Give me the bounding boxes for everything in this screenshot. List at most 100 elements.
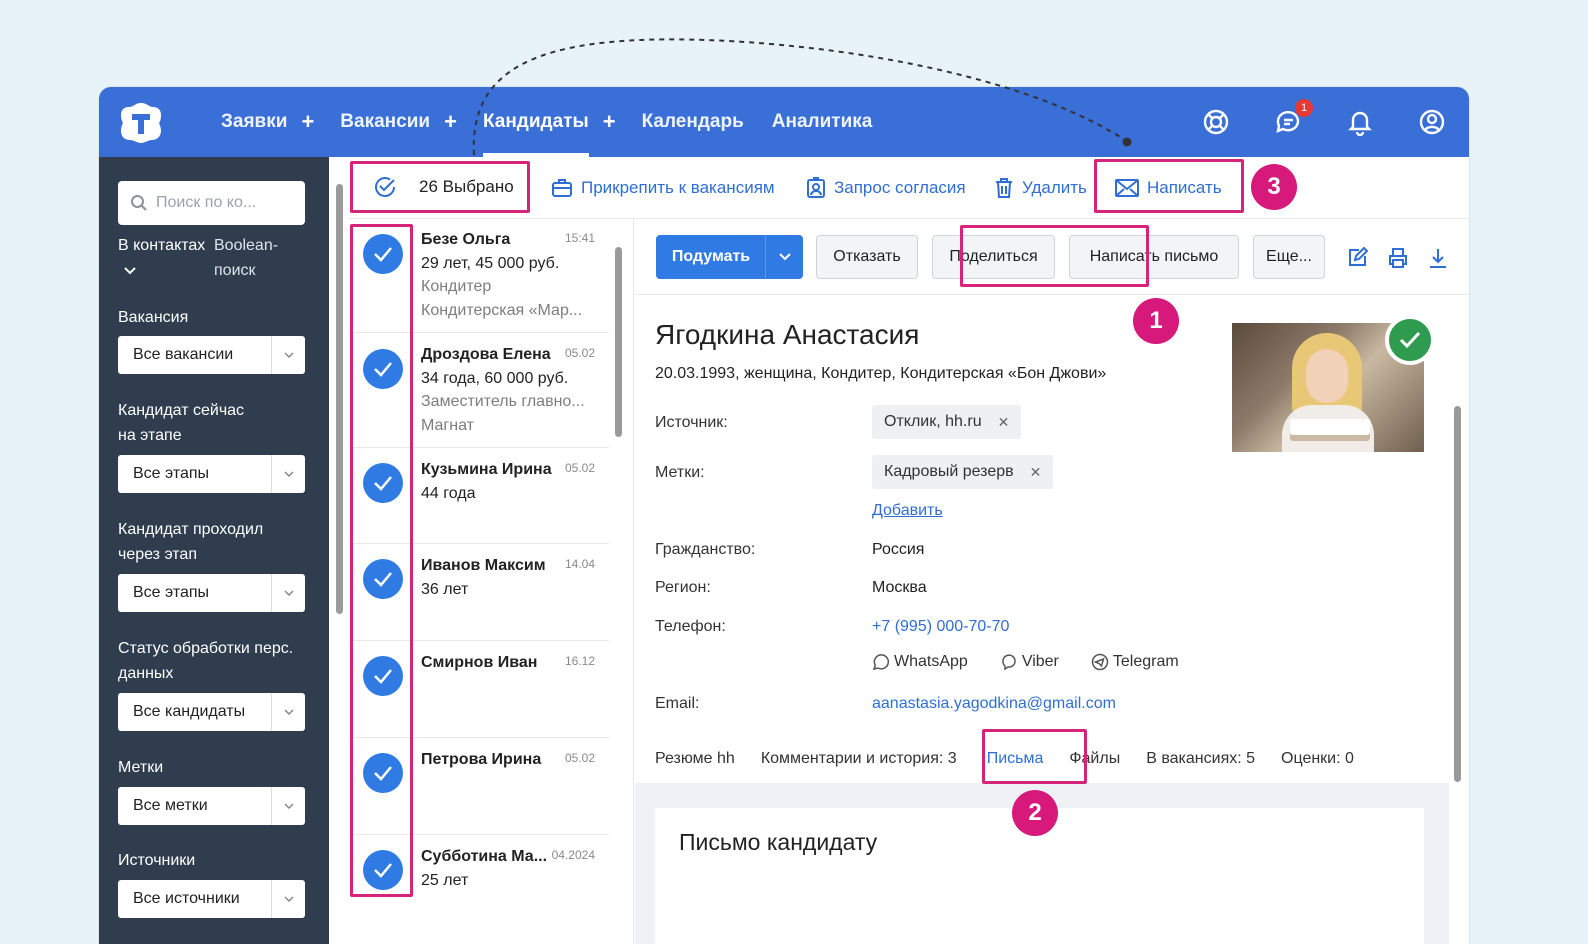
lifebuoy-icon[interactable] <box>1197 103 1235 141</box>
edit-icon[interactable] <box>1346 247 1368 269</box>
bell-icon[interactable] <box>1341 103 1379 141</box>
trash-icon <box>996 178 1012 198</box>
candidate-age: 44 года <box>421 485 476 502</box>
close-icon[interactable]: ✕ <box>1030 464 1042 481</box>
boolean-search-link[interactable]: Boolean- поиск <box>214 233 278 283</box>
viber-link[interactable]: Viber <box>1000 653 1075 671</box>
boolean-search-label-2: поиск <box>214 262 256 279</box>
nav-requests[interactable]: Заявки <box>221 87 287 157</box>
consent-request-button[interactable]: Запрос согласия <box>806 157 966 219</box>
data-status-label-2: данных <box>118 665 174 682</box>
telegram-icon <box>1091 653 1109 671</box>
tab-ratings[interactable]: Оценки: 0 <box>1281 750 1354 768</box>
current-stage-value: Все этапы <box>133 465 210 482</box>
check-circle-icon <box>375 177 395 197</box>
in-contacts-dropdown[interactable]: В контактах <box>118 233 205 283</box>
whatsapp-icon <box>872 654 890 671</box>
candidate-name: Безе Ольга <box>421 231 511 248</box>
page-scrollbar-thumb[interactable] <box>336 184 343 614</box>
more-button[interactable]: Еще... <box>1253 235 1325 279</box>
vacancy-select-value: Все вакансии <box>133 346 234 363</box>
source-label: Источник: <box>655 414 728 431</box>
passed-stage-label: Кандидат проходил через этап <box>118 517 263 567</box>
close-icon[interactable]: ✕ <box>998 414 1010 431</box>
chevron-down-icon <box>271 455 305 493</box>
chevron-down-icon <box>271 336 305 374</box>
search-placeholder: Поиск по ко... <box>156 194 257 211</box>
passed-stage-label-1: Кандидат проходил <box>118 521 264 538</box>
boolean-search-label-1: Boolean- <box>214 237 279 254</box>
tab-comments[interactable]: Комментарии и история: 3 <box>761 750 957 768</box>
selected-count-button[interactable]: 26 Выбрано <box>350 161 530 213</box>
print-icon[interactable] <box>1387 247 1409 269</box>
nav-calendar[interactable]: Календарь <box>642 87 744 157</box>
nav-vacancies[interactable]: Вакансии <box>340 87 430 157</box>
search-input[interactable]: Поиск по ко... <box>118 181 305 225</box>
chevron-down-icon <box>271 787 305 825</box>
whatsapp-label: WhatsApp <box>894 653 968 670</box>
source-chip-label: Отклик, hh.ru <box>884 413 982 430</box>
messengers: WhatsApp Viber Telegram <box>872 653 1211 671</box>
passed-stage-label-2: через этап <box>118 546 197 563</box>
phone-label: Телефон: <box>655 618 726 635</box>
candidate-position: Кондитер <box>421 278 492 295</box>
consent-label: Запрос согласия <box>834 178 966 197</box>
current-stage-label: Кандидат сейчас на этапе <box>118 398 244 448</box>
think-dropdown-button[interactable] <box>765 235 803 279</box>
email-link[interactable]: aanastasia.yagodkina@gmail.com <box>872 695 1116 713</box>
list-scrollbar-thumb[interactable] <box>615 247 622 437</box>
app-window: Заявки + Вакансии + Кандидаты + Календар… <box>99 87 1469 944</box>
candidate-age: 36 лет <box>421 581 469 598</box>
chat-icon[interactable]: 1 <box>1269 99 1313 141</box>
candidate-time: 15:41 <box>564 231 595 245</box>
phone-link[interactable]: +7 (995) 000-70-70 <box>872 618 1009 636</box>
whatsapp-link[interactable]: WhatsApp <box>872 653 984 671</box>
passed-stage-select[interactable]: Все этапы <box>118 574 305 612</box>
candidate-name: Смирнов Иван <box>421 654 538 671</box>
add-candidate-icon[interactable]: + <box>603 109 616 135</box>
data-status-select[interactable]: Все кандидаты <box>118 693 305 731</box>
letters-tab-highlight <box>982 729 1087 784</box>
vacancy-select[interactable]: Все вакансии <box>118 336 305 374</box>
add-vacancy-icon[interactable]: + <box>444 109 457 135</box>
candidate-company: Магнат <box>421 417 474 434</box>
tags-select[interactable]: Все метки <box>118 787 305 825</box>
nav-analytics[interactable]: Аналитика <box>772 87 873 157</box>
candidate-name: Кузьмина Ирина <box>421 461 552 478</box>
tags-label: Метки <box>118 759 164 776</box>
attach-label: Прикрепить к вакансиям <box>581 178 775 197</box>
add-tag-link[interactable]: Добавить <box>872 502 943 520</box>
download-icon[interactable] <box>1427 247 1449 269</box>
attach-to-vacancies-button[interactable]: Прикрепить к вакансиям <box>551 157 775 219</box>
citizenship-label: Гражданство: <box>655 541 756 558</box>
filters-sidebar: Поиск по ко... В контактах Boolean- поис… <box>99 157 329 944</box>
current-stage-label-1: Кандидат сейчас <box>118 402 245 419</box>
delete-button[interactable]: Удалить <box>994 157 1087 219</box>
nav-candidates[interactable]: Кандидаты <box>482 87 589 157</box>
add-request-icon[interactable]: + <box>301 109 314 135</box>
detail-scrollbar-thumb[interactable] <box>1454 406 1461 782</box>
telegram-link[interactable]: Telegram <box>1091 653 1195 671</box>
verified-check-icon <box>1385 315 1435 365</box>
candidate-time: 04.2024 <box>551 848 595 862</box>
user-profile-icon[interactable] <box>1413 103 1451 141</box>
candidate-full-name: Ягодкина Анастасия <box>655 319 920 350</box>
reject-button[interactable]: Отказать <box>816 235 918 279</box>
tags-value: Все метки <box>133 797 208 814</box>
sources-value: Все источники <box>133 890 240 907</box>
candidate-summary: 20.03.1993, женщина, Кондитер, Кондитерс… <box>655 365 1107 382</box>
checkbox-highlight <box>350 224 413 897</box>
tab-resume[interactable]: Резюме hh <box>655 750 735 768</box>
think-button[interactable]: Подумать <box>656 235 766 279</box>
current-stage-select[interactable]: Все этапы <box>118 455 305 493</box>
email-label: Email: <box>655 695 700 712</box>
top-navbar: Заявки + Вакансии + Кандидаты + Календар… <box>99 87 1469 157</box>
viber-label: Viber <box>1021 653 1059 670</box>
chevron-down-icon <box>271 693 305 731</box>
candidate-age-salary: 34 года, 60 000 руб. <box>421 370 569 387</box>
sources-select[interactable]: Все источники <box>118 880 305 918</box>
letter-title: Письмо кандидату <box>679 829 878 855</box>
tab-vacancies[interactable]: В вакансиях: 5 <box>1146 750 1255 768</box>
candidate-time: 05.02 <box>564 751 595 765</box>
app-logo[interactable] <box>119 101 163 143</box>
